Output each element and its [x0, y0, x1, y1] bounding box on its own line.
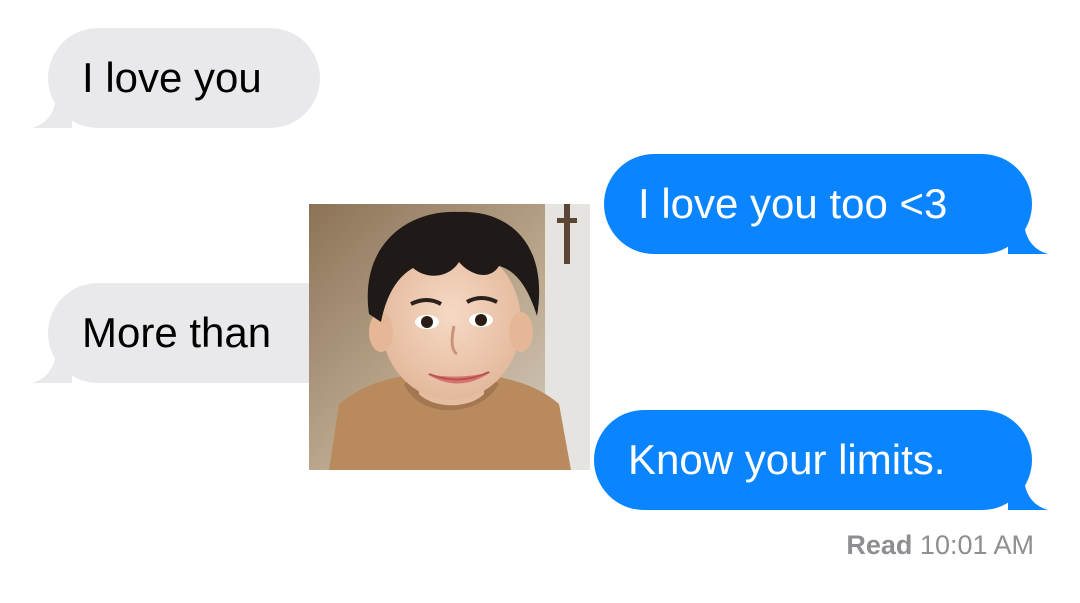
outgoing-bubble-tail [1008, 224, 1048, 254]
outgoing-bubble-tail [1008, 480, 1048, 510]
outgoing-message-bubble[interactable]: I love you too <3 [604, 154, 1048, 254]
read-status-label: Read [846, 530, 913, 560]
outgoing-message-bubble[interactable]: Know your limits. [594, 410, 1048, 510]
portrait-illustration [309, 204, 590, 470]
message-text: Know your limits. [628, 436, 946, 483]
incoming-bubble-tail [32, 98, 72, 128]
message-text: I love you too <3 [638, 180, 948, 227]
overlay-portrait-photo [309, 204, 590, 470]
incoming-bubble-tail [32, 353, 72, 383]
read-receipt: Read 10:01 AM [846, 530, 1034, 561]
message-text: I love you [82, 54, 262, 101]
message-text: More than [82, 309, 272, 356]
incoming-message-bubble[interactable]: I love you [32, 28, 320, 128]
read-timestamp: 10:01 AM [919, 530, 1034, 560]
